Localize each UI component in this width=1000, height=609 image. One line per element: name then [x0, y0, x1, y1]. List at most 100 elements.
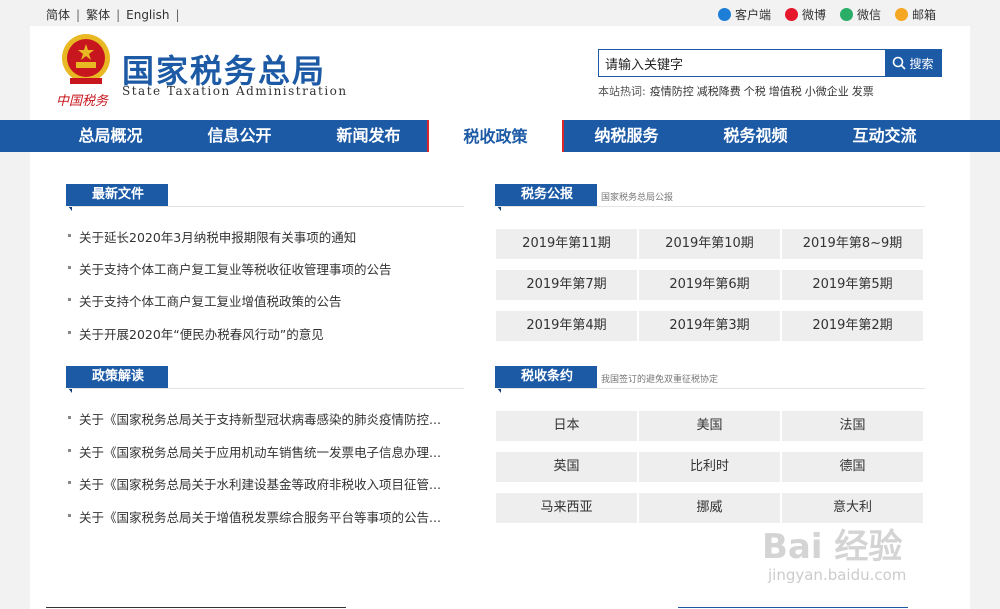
bullet: [68, 514, 71, 517]
bullet: [68, 266, 71, 269]
section-title-policy-interpretation[interactable]: 政策解读: [65, 366, 169, 393]
search-icon: [893, 56, 907, 70]
hot-word-link[interactable]: 增值税: [769, 85, 802, 98]
bottom-divider: [678, 607, 908, 608]
section-title-tax-bulletin[interactable]: 税务公报: [494, 184, 598, 211]
social-wechat-label: 微信: [856, 8, 881, 22]
list-item-text: 关于开展2020年“便民办税春风行动”的意见: [79, 327, 324, 342]
search-button[interactable]: 搜索: [885, 50, 941, 76]
list-item[interactable]: 关于延长2020年3月纳税申报期限有关事项的通知: [68, 227, 357, 246]
bulletin-issue-cell[interactable]: 2019年第5期: [782, 270, 923, 300]
bottom-divider: [46, 607, 346, 608]
treaty-country-cell[interactable]: 美国: [639, 411, 780, 441]
nav-item-news[interactable]: 新闻发布: [304, 120, 433, 152]
site-title-english: State Taxation Administration: [122, 84, 348, 98]
lang-simplified-link[interactable]: 简体: [46, 8, 70, 22]
bulletin-issue-cell[interactable]: 2019年第8~9期: [782, 229, 923, 259]
bulletin-issue-cell[interactable]: 2019年第4期: [496, 311, 637, 341]
list-item[interactable]: 关于《国家税务总局关于支持新型冠状病毒感染的肺炎疫情防控...: [68, 409, 441, 428]
treaty-country-cell[interactable]: 英国: [496, 452, 637, 482]
divider: [68, 388, 464, 389]
separator: |: [76, 8, 81, 22]
treaty-country-cell[interactable]: 马来西亚: [496, 493, 637, 523]
bulletin-issue-cell[interactable]: 2019年第11期: [496, 229, 637, 259]
bulletin-issue-cell[interactable]: 2019年第7期: [496, 270, 637, 300]
divider: [68, 206, 464, 207]
social-links: 客户端 微博 微信 邮箱: [717, 6, 936, 23]
nav-item-overview[interactable]: 总局概况: [46, 120, 175, 152]
bullet: [68, 298, 71, 301]
divider: [497, 206, 925, 207]
language-switcher: 简体 | 繁体 | English |: [46, 6, 186, 23]
social-wechat-link[interactable]: 微信: [839, 6, 881, 23]
search-box: 搜索: [598, 49, 942, 77]
list-item-text: 关于《国家税务总局关于增值税发票综合服务平台等事项的公告...: [79, 510, 441, 525]
list-item[interactable]: 关于《国家税务总局关于应用机动车销售统一发票电子信息办理...: [68, 442, 441, 461]
main-nav: 总局概况 信息公开 新闻发布 税收政策 纳税服务 税务视频 互动交流: [0, 120, 1000, 160]
nav-item-interaction[interactable]: 互动交流: [820, 120, 949, 152]
social-mail-link[interactable]: 邮箱: [894, 6, 936, 23]
china-tax-logo-text: 中国税务: [56, 94, 109, 109]
hot-word-link[interactable]: 发票: [852, 85, 874, 98]
section-note-bulletin: 国家税务总局公报: [601, 193, 674, 203]
social-weibo-label: 微博: [801, 8, 826, 22]
mobile-client-icon: [717, 8, 731, 21]
lang-traditional-link[interactable]: 繁体: [86, 8, 110, 22]
social-weibo-link[interactable]: 微博: [784, 6, 826, 23]
separator: |: [116, 8, 121, 22]
section-title-latest-files[interactable]: 最新文件: [65, 184, 169, 211]
list-item[interactable]: 关于《国家税务总局关于增值税发票综合服务平台等事项的公告...: [68, 507, 441, 526]
treaty-country-cell[interactable]: 比利时: [639, 452, 780, 482]
list-item[interactable]: 关于支持个体工商户复工复业增值税政策的公告: [68, 291, 342, 310]
bullet: [68, 449, 71, 452]
nav-item-info-disclosure[interactable]: 信息公开: [175, 120, 304, 152]
section-title-tax-treaties[interactable]: 税收条约: [494, 366, 598, 393]
hot-word-link[interactable]: 个税: [744, 85, 766, 98]
list-item-text: 关于支持个体工商户复工复业等税收征收管理事项的公告: [79, 262, 392, 277]
hot-word-link[interactable]: 小微企业: [805, 85, 849, 98]
nav-item-tax-service[interactable]: 纳税服务: [562, 120, 691, 152]
treaty-country-cell[interactable]: 日本: [496, 411, 637, 441]
top-bar: 简体 | 繁体 | English | 客户端 微博 微信 邮箱: [0, 0, 1000, 26]
section-note-treaties: 我国签订的避免双重征税协定: [601, 375, 719, 385]
treaty-country-cell[interactable]: 德国: [782, 452, 923, 482]
list-item-text: 关于延长2020年3月纳税申报期限有关事项的通知: [79, 230, 357, 245]
list-item-text: 关于《国家税务总局关于水利建设基金等政府非税收入项目征管...: [79, 477, 441, 492]
lang-english-link[interactable]: English: [126, 8, 169, 22]
wechat-icon: [839, 8, 853, 21]
baidu-watermark: Bai 经验: [762, 527, 903, 567]
bulletin-issue-cell[interactable]: 2019年第2期: [782, 311, 923, 341]
national-emblem-icon[interactable]: [56, 30, 116, 90]
social-client-link[interactable]: 客户端: [717, 6, 771, 23]
search-input[interactable]: [599, 50, 885, 76]
bullet: [68, 481, 71, 484]
hot-words-label: 本站热词:: [598, 85, 646, 98]
bullet: [68, 416, 71, 419]
divider: [497, 388, 925, 389]
bulletin-issue-cell[interactable]: 2019年第3期: [639, 311, 780, 341]
bullet: [68, 234, 71, 237]
list-item[interactable]: 关于开展2020年“便民办税春风行动”的意见: [68, 324, 324, 343]
hot-words: 本站热词: 疫情防控 减税降费 个税 增值税 小微企业 发票: [598, 83, 877, 99]
site-header: 中国税务 国家税务总局 State Taxation Administratio…: [30, 26, 970, 120]
search-button-label: 搜索: [909, 56, 934, 71]
treaty-country-cell[interactable]: 挪威: [639, 493, 780, 523]
list-item[interactable]: 关于《国家税务总局关于水利建设基金等政府非税收入项目征管...: [68, 474, 441, 493]
bulletin-issue-cell[interactable]: 2019年第10期: [639, 229, 780, 259]
list-item-text: 关于支持个体工商户复工复业增值税政策的公告: [79, 294, 342, 309]
baidu-watermark-url: jingyan.baidu.com: [768, 566, 907, 584]
hot-word-link[interactable]: 减税降费: [697, 85, 741, 98]
nav-item-tax-video[interactable]: 税务视频: [691, 120, 820, 152]
treaty-country-cell[interactable]: 法国: [782, 411, 923, 441]
weibo-icon: [784, 8, 798, 21]
separator: |: [175, 8, 180, 22]
bulletin-issue-cell[interactable]: 2019年第6期: [639, 270, 780, 300]
social-mail-label: 邮箱: [911, 8, 936, 22]
bullet: [68, 331, 71, 334]
list-item-text: 关于《国家税务总局关于支持新型冠状病毒感染的肺炎疫情防控...: [79, 412, 441, 427]
mail-icon: [894, 8, 908, 21]
hot-word-link[interactable]: 疫情防控: [650, 85, 694, 98]
list-item-text: 关于《国家税务总局关于应用机动车销售统一发票电子信息办理...: [79, 445, 441, 460]
social-client-label: 客户端: [734, 8, 771, 22]
list-item[interactable]: 关于支持个体工商户复工复业等税收征收管理事项的公告: [68, 259, 392, 278]
